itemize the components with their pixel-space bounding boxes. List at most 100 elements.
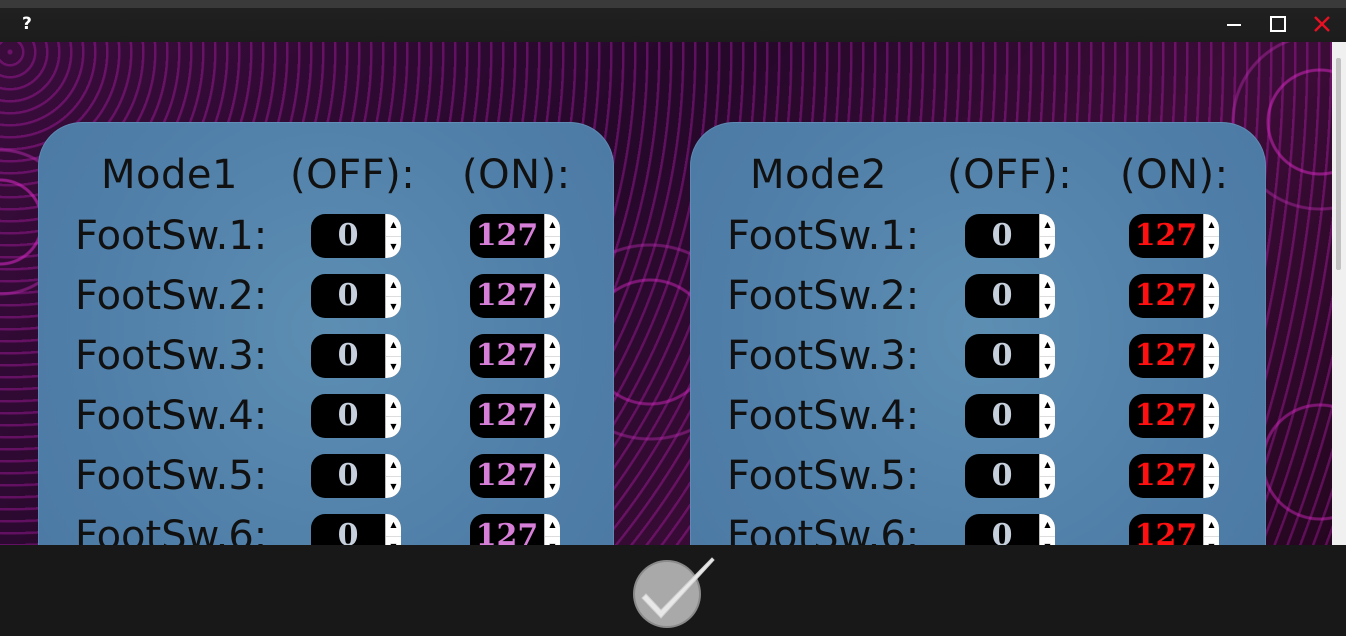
mode2-on-value[interactable]: 127 xyxy=(1129,274,1203,318)
mode1-off-value[interactable]: 0 xyxy=(311,214,385,258)
close-icon[interactable] xyxy=(1310,12,1334,36)
mode2-on-spinbox[interactable]: 127▲▼ xyxy=(1129,274,1219,318)
spin-up-arrow-icon[interactable]: ▲ xyxy=(386,214,401,237)
spin-up-arrow-icon[interactable]: ▲ xyxy=(545,274,560,297)
mode1-on-spinbox[interactable]: 127▲▼ xyxy=(470,274,560,318)
spin-down-arrow-icon[interactable]: ▼ xyxy=(545,416,560,438)
spin-down-arrow-icon[interactable]: ▼ xyxy=(1040,296,1055,318)
mode1-off-spinbox[interactable]: 0▲▼ xyxy=(311,334,401,378)
spin-up-arrow-icon[interactable]: ▲ xyxy=(386,394,401,417)
spin-down-arrow-icon[interactable]: ▼ xyxy=(386,296,401,318)
maximize-icon[interactable] xyxy=(1266,12,1290,36)
spin-up-arrow-icon[interactable]: ▲ xyxy=(545,394,560,417)
spin-up-arrow-icon[interactable]: ▲ xyxy=(545,334,560,357)
mode1-on-spinbox[interactable]: 127▲▼ xyxy=(470,514,560,545)
spin-up-arrow-icon[interactable]: ▲ xyxy=(1204,214,1219,237)
mode2-on-spinbox[interactable]: 127▲▼ xyxy=(1129,394,1219,438)
mode1-off-spinbox[interactable]: 0▲▼ xyxy=(311,214,401,258)
spin-down-arrow-icon[interactable]: ▼ xyxy=(545,356,560,378)
mode1-on-value[interactable]: 127 xyxy=(470,394,544,438)
mode2-on-value[interactable]: 127 xyxy=(1129,514,1203,545)
spin-up-arrow-icon[interactable]: ▲ xyxy=(1040,454,1055,477)
mode1-off-value[interactable]: 0 xyxy=(311,454,385,498)
spin-down-arrow-icon[interactable]: ▼ xyxy=(1204,536,1219,545)
spin-up-arrow-icon[interactable]: ▲ xyxy=(386,334,401,357)
mode1-off-spinbox[interactable]: 0▲▼ xyxy=(311,394,401,438)
spin-up-arrow-icon[interactable]: ▲ xyxy=(386,454,401,477)
spin-down-arrow-icon[interactable]: ▼ xyxy=(545,236,560,258)
spin-up-arrow-icon[interactable]: ▲ xyxy=(1204,334,1219,357)
mode1-on-value[interactable]: 127 xyxy=(470,334,544,378)
scrollbar-thumb[interactable] xyxy=(1336,58,1341,270)
mode2-on-value[interactable]: 127 xyxy=(1129,454,1203,498)
spin-up-arrow-icon[interactable]: ▲ xyxy=(386,514,401,537)
mode1-on-spinbox[interactable]: 127▲▼ xyxy=(470,334,560,378)
spin-up-arrow-icon[interactable]: ▲ xyxy=(386,274,401,297)
mode2-off-value[interactable]: 0 xyxy=(965,334,1039,378)
help-button[interactable]: ? xyxy=(22,14,32,34)
spin-down-arrow-icon[interactable]: ▼ xyxy=(386,536,401,545)
spin-down-arrow-icon[interactable]: ▼ xyxy=(386,416,401,438)
spin-down-arrow-icon[interactable]: ▼ xyxy=(386,356,401,378)
vertical-scrollbar[interactable] xyxy=(1332,42,1346,545)
mode2-off-value[interactable]: 0 xyxy=(965,214,1039,258)
mode1-on-value[interactable]: 127 xyxy=(470,514,544,545)
spin-up-arrow-icon[interactable]: ▲ xyxy=(1204,274,1219,297)
mode1-on-value[interactable]: 127 xyxy=(470,214,544,258)
spin-down-arrow-icon[interactable]: ▼ xyxy=(386,236,401,258)
mode2-on-value[interactable]: 127 xyxy=(1129,214,1203,258)
mode1-off-value[interactable]: 0 xyxy=(311,334,385,378)
spin-down-arrow-icon[interactable]: ▼ xyxy=(1204,356,1219,378)
mode2-off-spinbox[interactable]: 0▲▼ xyxy=(965,454,1055,498)
mode2-off-spinbox[interactable]: 0▲▼ xyxy=(965,274,1055,318)
mode2-off-value[interactable]: 0 xyxy=(965,274,1039,318)
spin-down-arrow-icon[interactable]: ▼ xyxy=(545,536,560,545)
spin-up-arrow-icon[interactable]: ▲ xyxy=(1040,514,1055,537)
spin-down-arrow-icon[interactable]: ▼ xyxy=(1204,476,1219,498)
mode1-off-spinbox[interactable]: 0▲▼ xyxy=(311,274,401,318)
mode2-off-value[interactable]: 0 xyxy=(965,394,1039,438)
mode2-on-value[interactable]: 127 xyxy=(1129,334,1203,378)
mode1-on-spinbox[interactable]: 127▲▼ xyxy=(470,214,560,258)
mode2-off-spinbox[interactable]: 0▲▼ xyxy=(965,334,1055,378)
spin-up-arrow-icon[interactable]: ▲ xyxy=(545,514,560,537)
mode1-off-value[interactable]: 0 xyxy=(311,514,385,545)
mode2-off-value[interactable]: 0 xyxy=(965,454,1039,498)
mode2-off-spinbox[interactable]: 0▲▼ xyxy=(965,394,1055,438)
mode1-off-value[interactable]: 0 xyxy=(311,274,385,318)
spin-up-arrow-icon[interactable]: ▲ xyxy=(1204,394,1219,417)
spin-up-arrow-icon[interactable]: ▲ xyxy=(1204,454,1219,477)
mode2-on-spinbox[interactable]: 127▲▼ xyxy=(1129,454,1219,498)
spin-down-arrow-icon[interactable]: ▼ xyxy=(386,476,401,498)
mode1-on-value[interactable]: 127 xyxy=(470,274,544,318)
spin-up-arrow-icon[interactable]: ▲ xyxy=(1040,334,1055,357)
mode1-on-value[interactable]: 127 xyxy=(470,454,544,498)
spin-up-arrow-icon[interactable]: ▲ xyxy=(545,214,560,237)
spin-down-arrow-icon[interactable]: ▼ xyxy=(1040,356,1055,378)
mode2-on-spinbox[interactable]: 127▲▼ xyxy=(1129,514,1219,545)
mode1-on-spinbox[interactable]: 127▲▼ xyxy=(470,394,560,438)
mode2-off-spinbox[interactable]: 0▲▼ xyxy=(965,514,1055,545)
spin-down-arrow-icon[interactable]: ▼ xyxy=(1204,416,1219,438)
spin-down-arrow-icon[interactable]: ▼ xyxy=(545,476,560,498)
spin-down-arrow-icon[interactable]: ▼ xyxy=(1040,476,1055,498)
spin-up-arrow-icon[interactable]: ▲ xyxy=(545,454,560,477)
mode2-off-value[interactable]: 0 xyxy=(965,514,1039,545)
minimize-icon[interactable] xyxy=(1222,12,1246,36)
spin-up-arrow-icon[interactable]: ▲ xyxy=(1040,214,1055,237)
mode1-off-value[interactable]: 0 xyxy=(311,394,385,438)
spin-down-arrow-icon[interactable]: ▼ xyxy=(1204,296,1219,318)
spin-down-arrow-icon[interactable]: ▼ xyxy=(1040,536,1055,545)
mode2-on-value[interactable]: 127 xyxy=(1129,394,1203,438)
mode2-on-spinbox[interactable]: 127▲▼ xyxy=(1129,214,1219,258)
spin-down-arrow-icon[interactable]: ▼ xyxy=(545,296,560,318)
spin-down-arrow-icon[interactable]: ▼ xyxy=(1040,416,1055,438)
mode1-on-spinbox[interactable]: 127▲▼ xyxy=(470,454,560,498)
mode1-off-spinbox[interactable]: 0▲▼ xyxy=(311,454,401,498)
spin-up-arrow-icon[interactable]: ▲ xyxy=(1204,514,1219,537)
spin-down-arrow-icon[interactable]: ▼ xyxy=(1204,236,1219,258)
spin-up-arrow-icon[interactable]: ▲ xyxy=(1040,274,1055,297)
checkmark-icon[interactable] xyxy=(630,554,716,630)
mode2-off-spinbox[interactable]: 0▲▼ xyxy=(965,214,1055,258)
mode2-on-spinbox[interactable]: 127▲▼ xyxy=(1129,334,1219,378)
